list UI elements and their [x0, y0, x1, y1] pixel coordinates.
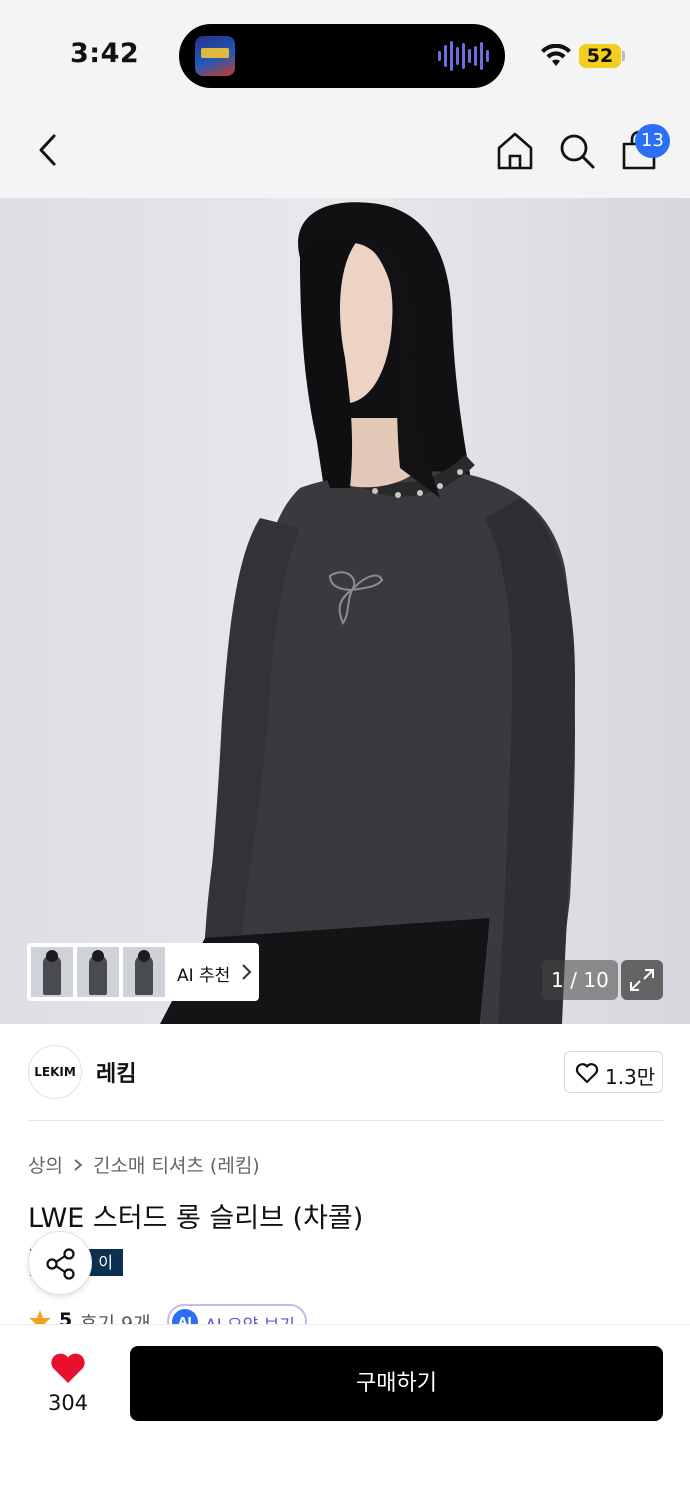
heart-filled-icon[interactable]: [49, 1351, 87, 1385]
wifi-icon: [541, 44, 571, 66]
audio-waveform-icon: [438, 38, 489, 74]
share-button[interactable]: [28, 1231, 92, 1295]
battery-tip: [622, 51, 625, 61]
cart-count-badge: 13: [635, 124, 670, 158]
heart-outline-icon: [575, 1063, 599, 1084]
product-image[interactable]: [0, 198, 690, 1024]
ai-recommend-thumb-1: [31, 947, 73, 997]
battery-indicator: 52: [579, 44, 621, 68]
image-page-counter: 1 / 10: [542, 960, 618, 1000]
brand-like-count: 1.3만: [605, 1065, 656, 1089]
status-bar: 3:42 52: [0, 0, 690, 100]
divider: [28, 1120, 663, 1121]
home-icon[interactable]: [494, 130, 536, 172]
now-playing-artwork: [195, 36, 235, 76]
wishlist-count: 304: [47, 1391, 89, 1415]
expand-icon[interactable]: [621, 960, 663, 1000]
breadcrumb: 상의 긴소매 티셔츠 (레킴): [28, 1151, 260, 1178]
breadcrumb-subcategory[interactable]: 긴소매 티셔츠 (레킴): [93, 1151, 260, 1178]
chevron-right-icon: [242, 964, 252, 980]
brand-like-button[interactable]: 1.3만: [564, 1051, 663, 1093]
top-nav-bar: [0, 100, 690, 198]
ai-recommend-thumb-3: [123, 947, 165, 997]
breadcrumb-category[interactable]: 상의: [28, 1151, 63, 1178]
brand-name[interactable]: 레킴: [96, 1056, 136, 1088]
status-time: 3:42: [70, 38, 140, 69]
product-title: LWE 스터드 롱 슬리브 (차콜): [28, 1203, 364, 1234]
ai-recommend-chip[interactable]: AI 추천: [27, 943, 259, 1001]
ai-recommend-thumb-2: [77, 947, 119, 997]
search-icon[interactable]: [556, 130, 598, 172]
product-photo-illustration: [0, 198, 690, 1024]
chevron-right-icon: [74, 1158, 83, 1171]
bottom-action-bar: 304 구매하기: [0, 1324, 690, 1500]
ai-recommend-label: AI 추천: [177, 966, 231, 986]
back-chevron-icon[interactable]: [30, 130, 66, 170]
brand-logo[interactable]: LEKIM: [28, 1045, 82, 1099]
buy-button[interactable]: 구매하기: [130, 1346, 663, 1421]
dynamic-island[interactable]: [179, 24, 505, 88]
share-icon: [46, 1248, 75, 1280]
